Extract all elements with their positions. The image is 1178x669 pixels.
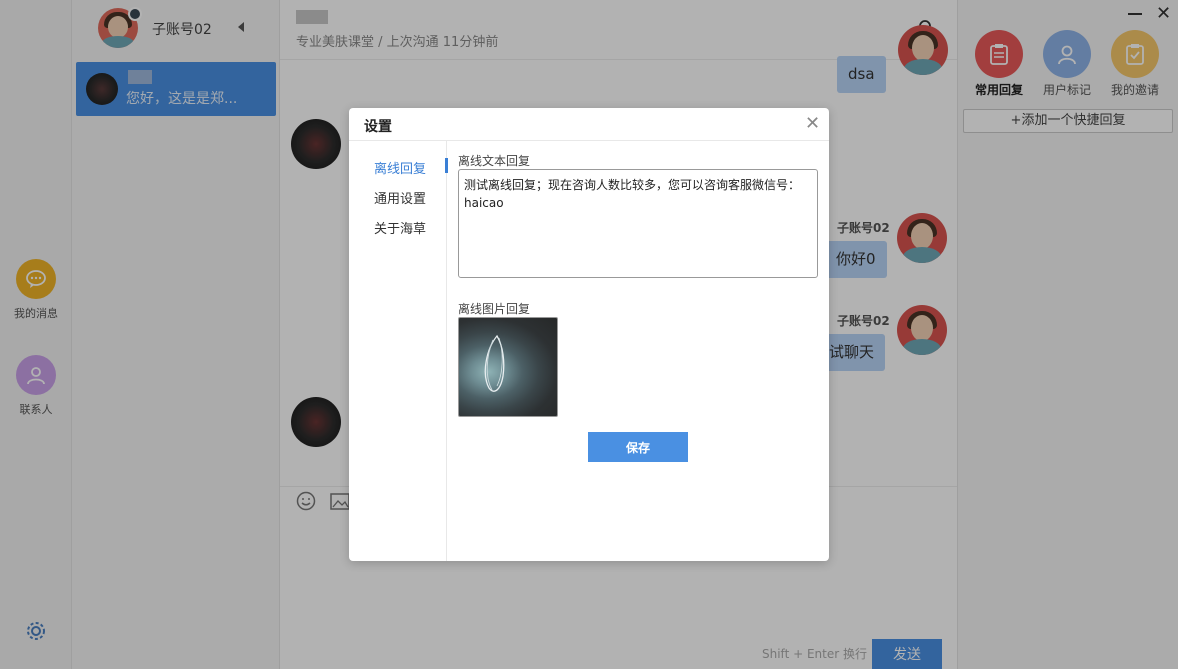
tab-about[interactable]: 关于海草: [374, 218, 426, 237]
tab-offline-reply[interactable]: 离线回复: [374, 158, 426, 177]
settings-dialog: 设置 ✕ 离线回复 通用设置 关于海草 离线文本回复 测试离线回复；现在咨询人数…: [349, 108, 829, 561]
dialog-title: 设置: [364, 119, 392, 135]
offline-image-reply[interactable]: [458, 317, 558, 417]
image-reply-label: 离线图片回复: [458, 302, 531, 316]
tab-general-settings[interactable]: 通用设置: [374, 188, 426, 207]
text-reply-label: 离线文本回复: [458, 154, 531, 168]
active-tab-indicator: [445, 158, 448, 173]
save-button[interactable]: 保存: [588, 432, 688, 462]
settings-tabs: 离线回复 通用设置 关于海草: [349, 141, 448, 561]
close-icon[interactable]: ✕: [805, 114, 820, 134]
offline-text-reply-input[interactable]: 测试离线回复；现在咨询人数比较多，您可以咨询客服微信号：haicao: [458, 169, 818, 278]
dialog-header: 设置 ✕: [349, 108, 829, 141]
